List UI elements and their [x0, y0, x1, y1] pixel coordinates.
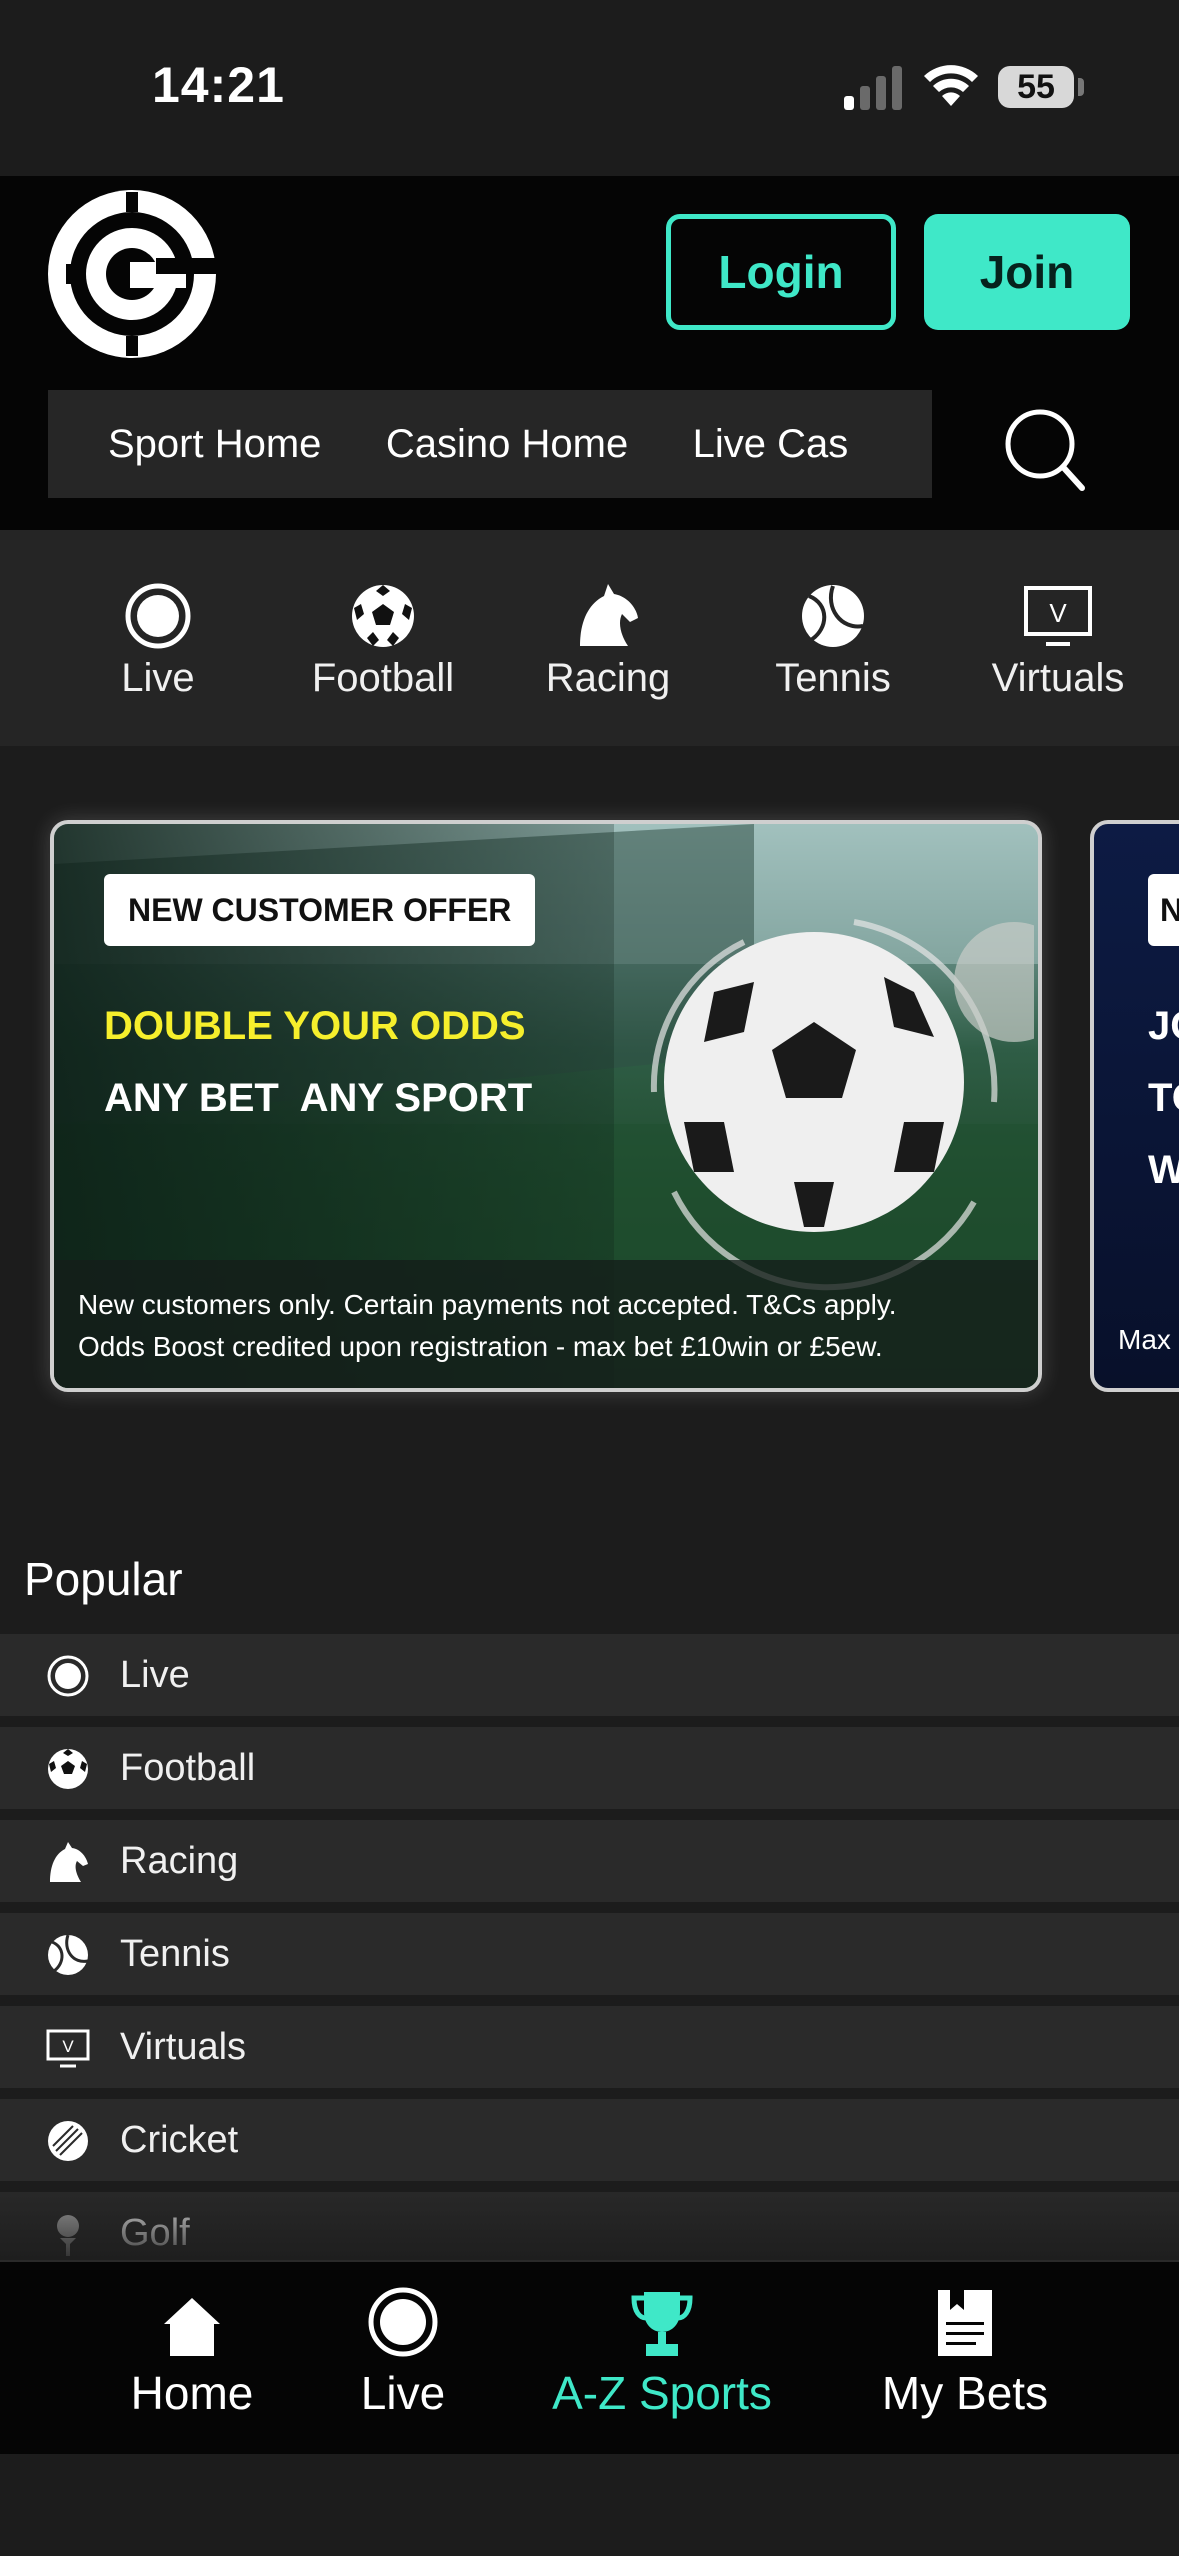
sport-shortcut-virtuals[interactable]: V Virtuals	[968, 580, 1148, 701]
brand-logo-icon[interactable]	[46, 188, 218, 360]
list-item-tennis[interactable]: Tennis	[0, 1913, 1179, 1995]
tab-label: Home	[130, 2367, 254, 2419]
live-icon	[47, 1655, 89, 1697]
tab-home[interactable]: Home	[110, 2282, 274, 2420]
live-icon	[125, 583, 191, 649]
list-item-label: Football	[120, 1747, 256, 1789]
horse-icon	[580, 584, 638, 646]
list-item-cricket[interactable]: Cricket	[0, 2099, 1179, 2181]
golf-tee-icon	[57, 2215, 79, 2256]
sport-shortcut-label: Live	[121, 656, 195, 700]
wifi-icon	[924, 65, 978, 106]
tennis-ball-icon	[802, 585, 864, 647]
svg-text:V: V	[62, 2037, 74, 2056]
disclaimer-line: Odds Boost credited upon registration - …	[78, 1331, 883, 1362]
popular-sports-list: Live Football Racing Tennis V Virtuals C…	[0, 1634, 1179, 2285]
horse-icon	[50, 1842, 88, 1882]
top-nav-strip: Sport Home Casino Home Live Cas	[48, 390, 932, 498]
nav-item-live-casino[interactable]: Live Cas	[693, 390, 849, 498]
tab-live[interactable]: Live	[340, 2282, 466, 2420]
promo-banner[interactable]: NEW CUSTOMER OFFER DOUBLE YOUR ODDS ANY …	[50, 820, 1042, 1392]
disclaimer-line: New customers only. Certain payments not…	[78, 1289, 897, 1320]
list-item-label: Cricket	[120, 2119, 239, 2161]
nav-item-casino-home[interactable]: Casino Home	[386, 390, 628, 498]
list-item-label: Racing	[120, 1840, 239, 1882]
home-indicator-area	[0, 2454, 1179, 2556]
tv-virtuals-icon: V	[1024, 586, 1092, 646]
offer-disclaimer: Max	[1118, 1324, 1171, 1355]
nav-item-sport-home[interactable]: Sport Home	[108, 390, 321, 498]
football-image	[650, 919, 1034, 1291]
offer-headline: W	[1148, 1148, 1179, 1193]
tab-label: Live	[360, 2367, 446, 2419]
sport-shortcut-label: Virtuals	[991, 656, 1125, 700]
live-icon	[368, 2287, 438, 2357]
signal-icon	[844, 66, 902, 110]
list-item-live[interactable]: Live	[0, 1634, 1179, 1716]
list-item-virtuals[interactable]: V Virtuals	[0, 2006, 1179, 2088]
sport-shortcut-label: Football	[311, 656, 455, 700]
svg-text:V: V	[1049, 598, 1067, 628]
trophy-icon	[631, 2292, 693, 2356]
tab-label: My Bets	[881, 2367, 1049, 2419]
tab-label: A-Z Sports	[552, 2367, 772, 2419]
list-item-racing[interactable]: Racing	[0, 1820, 1179, 1902]
tennis-ball-icon	[48, 1934, 89, 1975]
offer-subheadline: ANY BET ANY SPORT	[104, 1076, 533, 1120]
popular-section-title: Popular	[24, 1553, 183, 1605]
promo-banner-next[interactable]: N JO TO W Max	[1090, 820, 1179, 1392]
status-time: 14:21	[152, 57, 285, 113]
list-item-label: Live	[120, 1654, 190, 1696]
sport-shortcut-racing[interactable]: Racing	[518, 580, 698, 701]
offer-headline: DOUBLE YOUR ODDS	[104, 1004, 526, 1048]
sport-shortcut-football[interactable]: Football	[293, 580, 473, 701]
cricket-ball-icon	[48, 2121, 88, 2161]
tab-my-bets[interactable]: My Bets	[870, 2282, 1060, 2420]
betslip-icon	[938, 2290, 992, 2356]
join-button[interactable]: Join	[924, 214, 1130, 330]
sport-shortcut-label: Racing	[545, 656, 671, 700]
tab-a-z-sports[interactable]: A-Z Sports	[540, 2282, 784, 2420]
offer-disclaimer: New customers only. Certain payments not…	[54, 1260, 1038, 1388]
home-icon	[164, 2298, 220, 2356]
football-icon	[48, 1749, 88, 1789]
list-item-label: Virtuals	[120, 2026, 247, 2068]
list-item-football[interactable]: Football	[0, 1727, 1179, 1809]
sport-shortcut-label: Tennis	[775, 656, 891, 700]
tv-virtuals-icon: V	[46, 2029, 90, 2068]
battery-tip	[1078, 78, 1084, 96]
list-item-label: Tennis	[120, 1933, 230, 1975]
offer-tag: N	[1148, 874, 1179, 946]
offer-tag: NEW CUSTOMER OFFER	[104, 874, 536, 946]
sport-shortcut-tennis[interactable]: Tennis	[743, 580, 923, 701]
sport-shortcut-live[interactable]: Live	[68, 580, 248, 701]
battery-indicator: 55	[998, 66, 1074, 108]
login-button[interactable]: Login	[666, 214, 896, 330]
football-icon	[352, 585, 414, 647]
offer-headline: TO	[1148, 1076, 1179, 1120]
offer-headline: JO	[1148, 1004, 1179, 1048]
search-icon[interactable]	[958, 390, 1136, 510]
